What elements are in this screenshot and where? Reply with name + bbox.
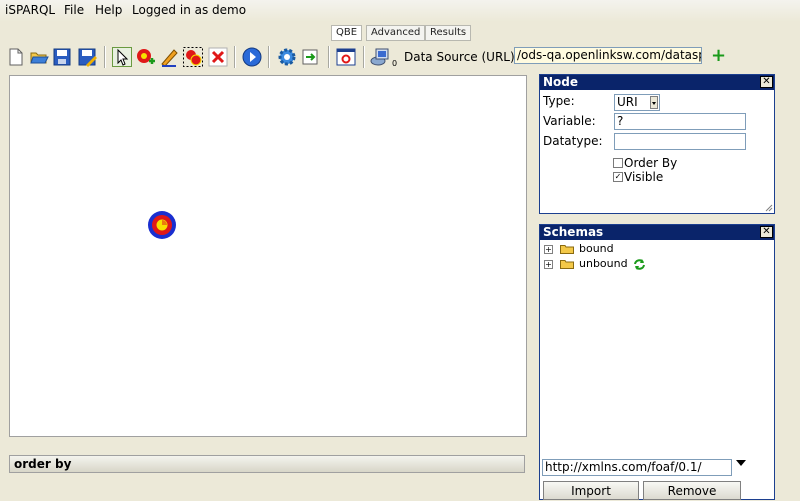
folder-icon	[559, 260, 574, 269]
export-icon[interactable]	[300, 47, 320, 67]
order-by-label: Order By	[624, 156, 678, 170]
add-node-icon[interactable]	[136, 47, 156, 67]
save-icon[interactable]	[52, 47, 72, 67]
add-datasource-icon[interactable]: +	[711, 47, 726, 65]
open-folder-icon[interactable]	[29, 47, 49, 67]
visible-checkbox[interactable]: ✓	[613, 172, 623, 182]
variable-label: Variable:	[543, 114, 596, 128]
toolbar-separator	[363, 46, 365, 68]
node-panel: Node ✕ Type: URI Variable: ? Datatype: O…	[539, 74, 775, 214]
node-panel-title: Node	[540, 75, 774, 90]
settings-gear-icon[interactable]	[277, 47, 297, 67]
tab-advanced[interactable]: Advanced	[366, 25, 426, 41]
variable-input[interactable]: ?	[614, 113, 746, 130]
expand-icon[interactable]: +	[544, 259, 553, 269]
datasource-counter: 0	[392, 59, 398, 68]
order-by-checkbox[interactable]	[613, 158, 623, 168]
folder-icon	[559, 245, 574, 254]
refresh-icon[interactable]	[633, 258, 646, 271]
menu-app-title: iSPARQL	[5, 3, 56, 17]
namespace-url-input[interactable]: http://xmlns.com/foaf/0.1/	[542, 459, 732, 476]
visible-label: Visible	[624, 170, 664, 184]
menu-file[interactable]: File	[64, 3, 84, 17]
tab-results[interactable]: Results	[425, 25, 472, 41]
schema-label: unbound	[579, 257, 628, 270]
type-select-arrow-icon[interactable]	[650, 96, 658, 109]
order-by-bar[interactable]: order by	[9, 455, 525, 473]
schema-label: bound	[579, 242, 614, 255]
toolbar-separator	[268, 46, 270, 68]
datasource-label: Data Source (URL):	[404, 50, 519, 64]
tab-qbe[interactable]: QBE	[331, 25, 363, 41]
toolbar-separator	[104, 46, 106, 68]
node-panel-close-icon[interactable]: ✕	[760, 76, 773, 88]
type-label: Type:	[543, 94, 575, 108]
draw-edge-icon[interactable]	[159, 47, 179, 67]
query-canvas[interactable]	[9, 75, 527, 437]
remove-button[interactable]: Remove	[643, 481, 741, 500]
expand-icon[interactable]: +	[544, 244, 553, 254]
menu-help[interactable]: Help	[95, 3, 122, 17]
resize-grip-icon[interactable]	[765, 204, 773, 212]
select-pointer-icon[interactable]	[112, 47, 132, 67]
group-nodes-icon[interactable]	[183, 47, 203, 67]
datatype-label: Datatype:	[543, 134, 603, 148]
datasource-icon[interactable]	[370, 47, 390, 67]
namespace-dropdown-arrow-icon[interactable]	[736, 460, 746, 466]
menu-bar: iSPARQL File Help Logged in as demo	[0, 0, 800, 22]
schema-tree-item-unbound[interactable]: + unbound	[544, 257, 646, 271]
run-query-icon[interactable]	[242, 47, 262, 67]
new-file-icon[interactable]	[6, 47, 26, 67]
schema-tree-item-bound[interactable]: + bound	[544, 242, 614, 256]
datatype-input[interactable]	[614, 133, 746, 150]
toolbar-separator	[328, 46, 330, 68]
save-as-icon[interactable]	[77, 47, 97, 67]
graph-node[interactable]	[147, 210, 177, 240]
import-button[interactable]: Import	[543, 481, 639, 500]
toolbar-separator	[234, 46, 236, 68]
refresh-window-icon[interactable]	[336, 47, 356, 67]
datasource-url-input[interactable]: /ods-qa.openlinksw.com/dataspace	[514, 47, 702, 64]
type-select-value: URI	[617, 95, 638, 109]
schemas-panel-title: Schemas	[540, 225, 774, 240]
delete-icon[interactable]	[208, 47, 228, 67]
schemas-panel-close-icon[interactable]: ✕	[760, 226, 773, 238]
login-status: Logged in as demo	[132, 3, 247, 17]
type-select[interactable]: URI	[614, 94, 660, 111]
